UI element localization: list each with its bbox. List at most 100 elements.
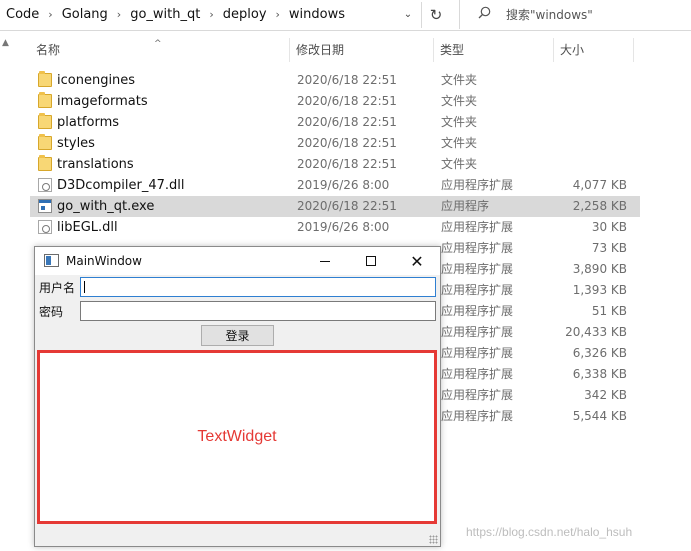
sort-ascending-icon: ^ <box>154 39 162 49</box>
file-modified-date: 2020/6/18 22:51 <box>297 136 397 150</box>
column-header-name-label: 名称 <box>36 43 61 57</box>
search-placeholder: 搜索"windows" <box>506 8 593 22</box>
file-name: D3Dcompiler_47.dll <box>57 178 185 193</box>
file-type: 应用程序扩展 <box>441 178 514 192</box>
file-size: 3,890 KB <box>572 262 627 276</box>
password-label: 密码 <box>39 305 64 319</box>
file-name: iconengines <box>57 73 136 88</box>
login-button[interactable]: 登录 <box>201 325 274 346</box>
close-icon: ✕ <box>410 251 424 271</box>
file-size: 20,433 KB <box>565 325 627 339</box>
dll-file-icon <box>38 220 52 234</box>
file-modified-date: 2020/6/18 22:51 <box>297 157 397 171</box>
file-type: 文件夹 <box>441 115 478 129</box>
scroll-up-arrow-icon[interactable]: ▲ <box>2 38 9 48</box>
breadcrumb-separator-icon[interactable]: › <box>271 8 285 21</box>
file-size: 5,544 KB <box>572 409 627 423</box>
refresh-button[interactable]: ↻ <box>422 0 450 29</box>
text-widget[interactable]: TextWidget <box>37 350 437 524</box>
breadcrumb-item[interactable]: windows <box>285 7 349 22</box>
file-type: 应用程序扩展 <box>441 220 514 234</box>
breadcrumb-item[interactable]: Code <box>0 7 43 22</box>
file-modified-date: 2020/6/18 22:51 <box>297 73 397 87</box>
file-name: imageformats <box>57 94 148 109</box>
window-title: MainWindow <box>66 254 142 268</box>
refresh-icon: ↻ <box>429 5 443 24</box>
minimize-icon <box>320 260 330 262</box>
breadcrumb: Code › Golang › go_with_qt › deploy › windows <box>0 0 349 29</box>
chevron-down-icon: ⌄ <box>403 9 413 20</box>
column-header-type-label: 类型 <box>440 43 465 57</box>
file-type: 文件夹 <box>441 73 478 87</box>
address-bar: Code › Golang › go_with_qt › deploy › windows ⌄ … <box>0 0 691 31</box>
file-row[interactable]: platforms 2020/6/18 22:51 文件夹 <box>30 112 640 133</box>
column-header-size[interactable]: 大小 <box>554 38 634 62</box>
dll-file-icon <box>38 178 52 192</box>
breadcrumb-item[interactable]: deploy <box>219 7 271 22</box>
password-input[interactable] <box>80 301 436 321</box>
watermark: https://blog.csdn.net/halo_hsuh <box>466 525 633 539</box>
file-name: go_with_qt.exe <box>57 199 155 214</box>
column-header-modified-label: 修改日期 <box>296 43 345 57</box>
file-size: 51 KB <box>591 304 627 318</box>
file-type: 应用程序 <box>441 199 490 213</box>
folder-icon <box>38 134 52 150</box>
file-row[interactable]: libEGL.dll 2019/6/26 8:00 应用程序扩展 30 KB <box>30 217 640 238</box>
file-name: platforms <box>57 115 120 130</box>
minimize-button[interactable] <box>302 247 348 275</box>
file-type: 文件夹 <box>441 157 478 171</box>
username-input[interactable] <box>80 277 436 297</box>
file-size: 342 KB <box>584 388 627 402</box>
file-type: 文件夹 <box>441 136 478 150</box>
file-type: 应用程序扩展 <box>441 367 514 381</box>
file-row[interactable]: translations 2020/6/18 22:51 文件夹 <box>30 154 640 175</box>
search-input[interactable]: 搜索"windows" <box>459 0 691 29</box>
window-titlebar[interactable]: MainWindow ✕ <box>35 247 440 275</box>
file-size: 1,393 KB <box>572 283 627 297</box>
column-header-size-label: 大小 <box>560 43 585 57</box>
file-size: 6,326 KB <box>572 346 627 360</box>
file-size: 30 KB <box>591 220 627 234</box>
file-modified-date: 2020/6/18 22:51 <box>297 115 397 129</box>
search-icon <box>478 6 496 23</box>
breadcrumb-separator-icon[interactable]: › <box>112 8 126 21</box>
breadcrumb-separator-icon[interactable]: › <box>43 8 57 21</box>
file-row[interactable]: imageformats 2020/6/18 22:51 文件夹 <box>30 91 640 112</box>
file-name: libEGL.dll <box>57 220 118 235</box>
folder-icon <box>38 71 52 87</box>
qt-main-window: MainWindow ✕ 用户名 密码 登录 TextWidget <box>34 246 441 547</box>
login-button-label: 登录 <box>225 329 250 343</box>
file-type: 应用程序扩展 <box>441 409 514 423</box>
file-size: 73 KB <box>591 241 627 255</box>
file-size: 6,338 KB <box>572 367 627 381</box>
file-row[interactable]: iconengines 2020/6/18 22:51 文件夹 <box>30 70 640 91</box>
address-history-dropdown[interactable]: ⌄ <box>396 0 420 29</box>
file-type: 应用程序扩展 <box>441 346 514 360</box>
file-type: 文件夹 <box>441 94 478 108</box>
folder-icon <box>38 155 52 171</box>
file-type: 应用程序扩展 <box>441 241 514 255</box>
text-widget-label: TextWidget <box>197 428 277 445</box>
file-type: 应用程序扩展 <box>441 325 514 339</box>
resize-grip-icon[interactable] <box>429 535 438 544</box>
file-modified-date: 2020/6/18 22:51 <box>297 199 397 213</box>
exe-file-icon <box>38 199 52 213</box>
column-header-type[interactable]: 类型 <box>434 38 554 62</box>
file-name: styles <box>57 136 95 151</box>
breadcrumb-item[interactable]: Golang <box>58 7 112 22</box>
file-row[interactable]: D3Dcompiler_47.dll 2019/6/26 8:00 应用程序扩展 4,… <box>30 175 640 196</box>
file-type: 应用程序扩展 <box>441 262 514 276</box>
file-modified-date: 2019/6/26 8:00 <box>297 178 390 192</box>
column-header-modified[interactable]: 修改日期 <box>290 38 434 62</box>
file-size: 4,077 KB <box>572 178 627 192</box>
file-row[interactable]: go_with_qt.exe 2020/6/18 22:51 应用程序 2,258 K… <box>30 196 640 217</box>
close-button[interactable]: ✕ <box>394 247 440 275</box>
file-type: 应用程序扩展 <box>441 283 514 297</box>
file-modified-date: 2020/6/18 22:51 <box>297 94 397 108</box>
file-row[interactable]: styles 2020/6/18 22:51 文件夹 <box>30 133 640 154</box>
maximize-button[interactable] <box>348 247 394 275</box>
breadcrumb-item[interactable]: go_with_qt <box>126 7 204 22</box>
breadcrumb-separator-icon[interactable]: › <box>204 8 218 21</box>
maximize-icon <box>366 256 376 266</box>
column-header-name[interactable]: 名称 ^ <box>30 38 290 62</box>
